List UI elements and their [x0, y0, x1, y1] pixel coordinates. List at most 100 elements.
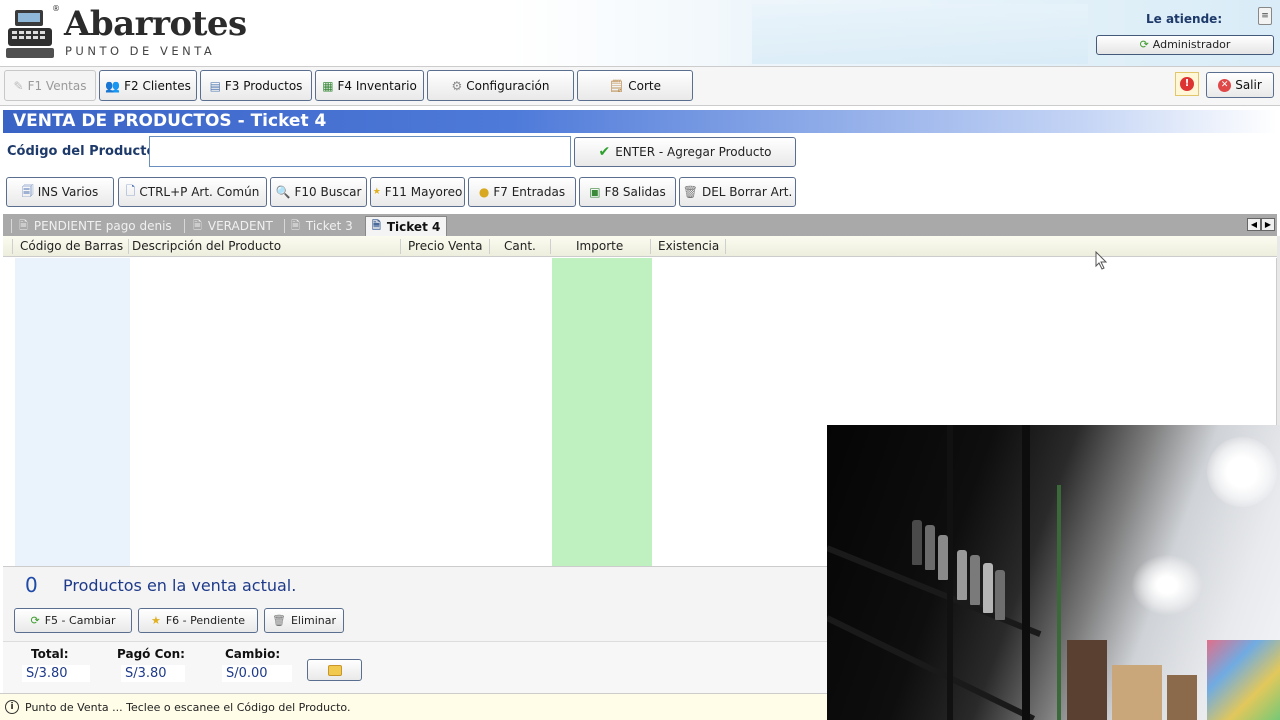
- info-icon: i: [5, 700, 19, 714]
- entradas-button[interactable]: ● F7 Entradas: [468, 177, 576, 207]
- borrar-label: DEL Borrar Art.: [701, 185, 793, 199]
- tab-label: PENDIENTE pago denis: [33, 219, 172, 233]
- ticket-tabs: 🗎 PENDIENTE pago denis 🗎 VERADENT 🗎 Ticket …: [3, 214, 1277, 236]
- column-header-importe[interactable]: Importe: [576, 239, 623, 253]
- tab-veradent[interactable]: 🗎 VERADENT: [187, 216, 279, 236]
- nav-corte-label: Corte: [628, 78, 661, 93]
- column-separator: [489, 239, 490, 254]
- bottle: [983, 563, 993, 613]
- search-icon: 🔍: [275, 185, 291, 199]
- nav-corte-button[interactable]: 🗒 Corte: [577, 70, 693, 101]
- minimize-button[interactable]: ≡: [1258, 7, 1272, 25]
- barcode-column: [15, 258, 130, 566]
- cambiar-label: F5 - Cambiar: [44, 614, 116, 627]
- nav-clientes-label: F2 Clientes: [124, 78, 191, 93]
- user-label: Administrador: [1152, 38, 1231, 51]
- bottle: [912, 520, 922, 565]
- cash-icon: ▣: [589, 185, 601, 199]
- bottle: [938, 535, 948, 580]
- tab-label: Ticket 4: [386, 219, 441, 234]
- column-separator: [128, 239, 129, 254]
- close-circle-icon: ✕: [1218, 78, 1232, 92]
- buscar-button[interactable]: 🔍 F10 Buscar: [270, 177, 367, 207]
- mayoreo-button[interactable]: ★ F11 Mayoreo: [370, 177, 465, 207]
- refresh-icon: ⟳: [30, 614, 40, 627]
- ceiling-light: [1132, 555, 1202, 615]
- nav-inventario-button[interactable]: ▦ F4 Inventario: [315, 70, 424, 101]
- salir-label: Salir: [1235, 78, 1262, 92]
- tab-ticket-4[interactable]: 🗎 Ticket 4: [365, 216, 448, 236]
- pendiente-button[interactable]: ★ F6 - Pendiente: [138, 608, 258, 633]
- nav-configuracion-button[interactable]: ⚙ Configuración: [427, 70, 574, 101]
- product-count: 0: [25, 573, 38, 597]
- product-code-label: Código del Producto:: [7, 144, 161, 159]
- column-header-codigo[interactable]: Código de Barras: [20, 239, 123, 253]
- checkmark-icon: ✔: [598, 144, 611, 160]
- entradas-label: F7 Entradas: [493, 185, 566, 199]
- column-header-precio[interactable]: Precio Venta: [408, 239, 483, 253]
- nav-productos-button[interactable]: ▤ F3 Productos: [200, 70, 312, 101]
- star-icon: ★: [372, 187, 381, 197]
- add-product-button[interactable]: ✔ ENTER - Agregar Producto: [574, 137, 796, 167]
- header-decor: [752, 4, 1088, 64]
- alert-icon: !: [1180, 77, 1194, 91]
- product-code-input[interactable]: [149, 136, 571, 167]
- column-separator: [725, 239, 726, 254]
- money-icon: [327, 664, 342, 676]
- user-button[interactable]: ⟳ Administrador: [1096, 35, 1274, 55]
- total-value: S/3.80: [22, 665, 90, 682]
- cart-icon: ✎: [13, 78, 24, 93]
- tab-separator: [184, 219, 185, 233]
- status-bar: i Punto de Venta ... Teclee o escanee el…: [0, 693, 827, 720]
- eliminar-button[interactable]: 🗑 Eliminar: [264, 608, 344, 633]
- ceiling-light: [1207, 437, 1277, 507]
- nav-inventario-label: F4 Inventario: [337, 78, 417, 93]
- document-icon: 🗎: [291, 218, 300, 232]
- column-separator: [550, 239, 551, 254]
- grid-icon: ▤: [209, 78, 221, 93]
- pago-value: S/3.80: [121, 665, 185, 682]
- varios-button[interactable]: 🗐 INS Varios: [6, 177, 114, 207]
- document-icon: 🗐: [21, 183, 34, 198]
- shelf-post: [1022, 425, 1030, 720]
- column-separator: [400, 239, 401, 254]
- column-header-descripcion[interactable]: Descripción del Producto: [132, 239, 281, 253]
- tab-ticket-3[interactable]: 🗎 Ticket 3: [285, 216, 359, 236]
- salidas-label: F8 Salidas: [604, 185, 666, 199]
- report-icon: 🗒: [609, 78, 625, 93]
- pago-label: Pagó Con:: [117, 647, 185, 661]
- buscar-label: F10 Buscar: [294, 185, 362, 199]
- cash-drawer-button[interactable]: [307, 659, 362, 681]
- status-message: Punto de Venta ... Teclee o escanee el C…: [25, 700, 351, 714]
- column-header-cantidad[interactable]: Cant.: [504, 239, 536, 253]
- attends-label: Le atiende:: [1146, 12, 1223, 26]
- registered-mark: ®: [52, 4, 60, 13]
- pendiente-label: F6 - Pendiente: [165, 614, 245, 627]
- coins-icon: ●: [478, 185, 490, 199]
- doorway: [1067, 640, 1107, 720]
- add-product-label: ENTER - Agregar Producto: [615, 145, 772, 159]
- nav-ventas-button[interactable]: ✎ F1 Ventas: [4, 70, 96, 101]
- product-display: [1207, 640, 1280, 720]
- page-icon: 🗋: [125, 183, 136, 198]
- mouse-cursor-icon: [1095, 251, 1108, 270]
- cambiar-button[interactable]: ⟳ F5 - Cambiar: [14, 608, 132, 633]
- alert-button[interactable]: !: [1175, 72, 1199, 96]
- salir-button[interactable]: ✕ Salir: [1206, 72, 1274, 98]
- nav-productos-label: F3 Productos: [224, 78, 303, 93]
- nav-clientes-button[interactable]: 👥 F2 Clientes: [99, 70, 197, 101]
- cambio-value: S/0.00: [222, 665, 292, 682]
- product-count-label: Productos en la venta actual.: [63, 576, 297, 595]
- scroll-right-button[interactable]: ▶: [1261, 218, 1275, 231]
- articulo-comun-button[interactable]: 🗋 CTRL+P Art. Común: [118, 177, 267, 207]
- trash-icon: 🗑: [682, 185, 698, 199]
- document-icon: 🗎: [19, 218, 28, 232]
- borrar-button[interactable]: 🗑 DEL Borrar Art.: [679, 177, 796, 207]
- salidas-button[interactable]: ▣ F8 Salidas: [579, 177, 676, 207]
- column-header-existencia[interactable]: Existencia: [658, 239, 719, 253]
- boxes: [1167, 675, 1197, 720]
- mayoreo-label: F11 Mayoreo: [384, 185, 463, 199]
- tab-pendiente-pago-denis[interactable]: 🗎 PENDIENTE pago denis: [13, 216, 178, 236]
- column-separator: [12, 239, 13, 254]
- scroll-left-button[interactable]: ◀: [1247, 218, 1261, 231]
